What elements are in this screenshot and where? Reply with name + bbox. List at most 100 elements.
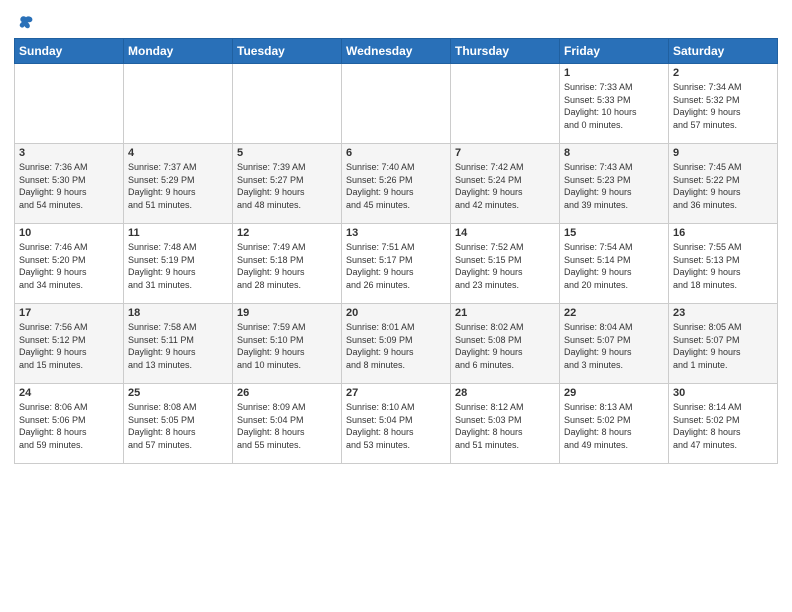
day-number: 23 — [673, 307, 773, 319]
day-number: 26 — [237, 387, 337, 399]
weekday-header-wednesday: Wednesday — [342, 39, 451, 64]
calendar-cell: 12Sunrise: 7:49 AM Sunset: 5:18 PM Dayli… — [233, 224, 342, 304]
weekday-header-row: SundayMondayTuesdayWednesdayThursdayFrid… — [15, 39, 778, 64]
calendar-cell: 3 Sunrise: 7:36 AM Sunset: 5:30 PM Daylig… — [15, 144, 124, 224]
day-info: Sunrise: 8:13 AM Sunset: 5:02 PM Dayligh… — [564, 401, 664, 451]
calendar-week-3: 17 Sunrise: 7:56 AM Sunset: 5:12 PM Dayli… — [15, 304, 778, 384]
day-number: 22 — [564, 307, 664, 319]
calendar-cell: 15Sunrise: 7:54 AM Sunset: 5:14 PM Dayli… — [560, 224, 669, 304]
day-info: Sunrise: 7:42 AM Sunset: 5:24 PM Dayligh… — [455, 161, 555, 211]
calendar-cell: 22 Sunrise: 8:04 AM Sunset: 5:07 PM Dayli… — [560, 304, 669, 384]
weekday-header-tuesday: Tuesday — [233, 39, 342, 64]
day-info: Sunrise: 8:14 AM Sunset: 5:02 PM Dayligh… — [673, 401, 773, 451]
day-info: Sunrise: 8:04 AM Sunset: 5:07 PM Dayligh… — [564, 321, 664, 371]
calendar-cell: 11 Sunrise: 7:48 AM Sunset: 5:19 PM Dayli… — [124, 224, 233, 304]
calendar-cell: 2 Sunrise: 7:34 AM Sunset: 5:32 PM Daylig… — [669, 64, 778, 144]
calendar-cell — [124, 64, 233, 144]
calendar-cell: 21 Sunrise: 8:02 AM Sunset: 5:08 PM Dayli… — [451, 304, 560, 384]
day-info: Sunrise: 7:59 AM Sunset: 5:10 PM Dayligh… — [237, 321, 337, 371]
calendar-cell: 14 Sunrise: 7:52 AM Sunset: 5:15 PM Dayli… — [451, 224, 560, 304]
calendar-cell: 23 Sunrise: 8:05 AM Sunset: 5:07 PM Dayli… — [669, 304, 778, 384]
day-number: 4 — [128, 147, 228, 159]
logo — [14, 14, 34, 30]
calendar-cell: 7 Sunrise: 7:42 AM Sunset: 5:24 PM Daylig… — [451, 144, 560, 224]
day-info: Sunrise: 7:39 AM Sunset: 5:27 PM Dayligh… — [237, 161, 337, 211]
day-info: Sunrise: 7:48 AM Sunset: 5:19 PM Dayligh… — [128, 241, 228, 291]
day-number: 14 — [455, 227, 555, 239]
day-info: Sunrise: 8:01 AM Sunset: 5:09 PM Dayligh… — [346, 321, 446, 371]
calendar-cell: 24 Sunrise: 8:06 AM Sunset: 5:06 PM Dayli… — [15, 384, 124, 464]
day-info: Sunrise: 8:02 AM Sunset: 5:08 PM Dayligh… — [455, 321, 555, 371]
calendar-cell: 5 Sunrise: 7:39 AM Sunset: 5:27 PM Daylig… — [233, 144, 342, 224]
calendar-week-0: 1 Sunrise: 7:33 AM Sunset: 5:33 PM Daylig… — [15, 64, 778, 144]
day-info: Sunrise: 7:55 AM Sunset: 5:13 PM Dayligh… — [673, 241, 773, 291]
calendar-cell: 9 Sunrise: 7:45 AM Sunset: 5:22 PM Daylig… — [669, 144, 778, 224]
day-number: 7 — [455, 147, 555, 159]
day-info: Sunrise: 7:52 AM Sunset: 5:15 PM Dayligh… — [455, 241, 555, 291]
calendar-cell: 29 Sunrise: 8:13 AM Sunset: 5:02 PM Dayli… — [560, 384, 669, 464]
calendar-cell: 18 Sunrise: 7:58 AM Sunset: 5:11 PM Dayli… — [124, 304, 233, 384]
day-number: 29 — [564, 387, 664, 399]
day-info: Sunrise: 8:09 AM Sunset: 5:04 PM Dayligh… — [237, 401, 337, 451]
calendar-cell: 1 Sunrise: 7:33 AM Sunset: 5:33 PM Daylig… — [560, 64, 669, 144]
day-number: 16 — [673, 227, 773, 239]
day-number: 1 — [564, 67, 664, 79]
day-number: 3 — [19, 147, 119, 159]
day-info: Sunrise: 7:34 AM Sunset: 5:32 PM Dayligh… — [673, 81, 773, 131]
day-number: 13 — [346, 227, 446, 239]
calendar-cell: 17 Sunrise: 7:56 AM Sunset: 5:12 PM Dayli… — [15, 304, 124, 384]
calendar-cell: 26 Sunrise: 8:09 AM Sunset: 5:04 PM Dayli… — [233, 384, 342, 464]
header — [14, 10, 778, 30]
day-number: 5 — [237, 147, 337, 159]
calendar-cell: 10 Sunrise: 7:46 AM Sunset: 5:20 PM Dayli… — [15, 224, 124, 304]
weekday-header-sunday: Sunday — [15, 39, 124, 64]
day-number: 24 — [19, 387, 119, 399]
calendar-cell: 19 Sunrise: 7:59 AM Sunset: 5:10 PM Dayli… — [233, 304, 342, 384]
calendar-week-4: 24 Sunrise: 8:06 AM Sunset: 5:06 PM Dayli… — [15, 384, 778, 464]
day-info: Sunrise: 7:51 AM Sunset: 5:17 PM Dayligh… — [346, 241, 446, 291]
day-number: 21 — [455, 307, 555, 319]
calendar-cell: 20Sunrise: 8:01 AM Sunset: 5:09 PM Dayli… — [342, 304, 451, 384]
day-info: Sunrise: 7:37 AM Sunset: 5:29 PM Dayligh… — [128, 161, 228, 211]
calendar-week-2: 10 Sunrise: 7:46 AM Sunset: 5:20 PM Dayli… — [15, 224, 778, 304]
day-info: Sunrise: 8:10 AM Sunset: 5:04 PM Dayligh… — [346, 401, 446, 451]
page: SundayMondayTuesdayWednesdayThursdayFrid… — [0, 0, 792, 612]
day-number: 8 — [564, 147, 664, 159]
logo-bird-icon — [18, 14, 34, 30]
day-info: Sunrise: 8:06 AM Sunset: 5:06 PM Dayligh… — [19, 401, 119, 451]
day-info: Sunrise: 8:12 AM Sunset: 5:03 PM Dayligh… — [455, 401, 555, 451]
day-number: 28 — [455, 387, 555, 399]
day-info: Sunrise: 7:33 AM Sunset: 5:33 PM Dayligh… — [564, 81, 664, 131]
day-info: Sunrise: 8:05 AM Sunset: 5:07 PM Dayligh… — [673, 321, 773, 371]
day-number: 6 — [346, 147, 446, 159]
weekday-header-monday: Monday — [124, 39, 233, 64]
day-info: Sunrise: 7:54 AM Sunset: 5:14 PM Dayligh… — [564, 241, 664, 291]
calendar-cell: 27Sunrise: 8:10 AM Sunset: 5:04 PM Dayli… — [342, 384, 451, 464]
day-number: 17 — [19, 307, 119, 319]
calendar-cell: 4 Sunrise: 7:37 AM Sunset: 5:29 PM Daylig… — [124, 144, 233, 224]
calendar-week-1: 3 Sunrise: 7:36 AM Sunset: 5:30 PM Daylig… — [15, 144, 778, 224]
day-number: 10 — [19, 227, 119, 239]
day-info: Sunrise: 7:40 AM Sunset: 5:26 PM Dayligh… — [346, 161, 446, 211]
day-info: Sunrise: 7:58 AM Sunset: 5:11 PM Dayligh… — [128, 321, 228, 371]
day-number: 19 — [237, 307, 337, 319]
day-info: Sunrise: 7:46 AM Sunset: 5:20 PM Dayligh… — [19, 241, 119, 291]
calendar-table: SundayMondayTuesdayWednesdayThursdayFrid… — [14, 38, 778, 464]
day-info: Sunrise: 7:36 AM Sunset: 5:30 PM Dayligh… — [19, 161, 119, 211]
day-number: 18 — [128, 307, 228, 319]
weekday-header-saturday: Saturday — [669, 39, 778, 64]
calendar-cell: 30 Sunrise: 8:14 AM Sunset: 5:02 PM Dayli… — [669, 384, 778, 464]
day-info: Sunrise: 7:45 AM Sunset: 5:22 PM Dayligh… — [673, 161, 773, 211]
calendar-cell: 28 Sunrise: 8:12 AM Sunset: 5:03 PM Dayli… — [451, 384, 560, 464]
day-number: 9 — [673, 147, 773, 159]
calendar-cell: 16 Sunrise: 7:55 AM Sunset: 5:13 PM Dayli… — [669, 224, 778, 304]
weekday-header-thursday: Thursday — [451, 39, 560, 64]
day-number: 30 — [673, 387, 773, 399]
calendar-cell — [15, 64, 124, 144]
day-info: Sunrise: 7:43 AM Sunset: 5:23 PM Dayligh… — [564, 161, 664, 211]
day-info: Sunrise: 7:56 AM Sunset: 5:12 PM Dayligh… — [19, 321, 119, 371]
calendar-cell: 6 Sunrise: 7:40 AM Sunset: 5:26 PM Daylig… — [342, 144, 451, 224]
day-number: 2 — [673, 67, 773, 79]
calendar-cell: 25Sunrise: 8:08 AM Sunset: 5:05 PM Dayli… — [124, 384, 233, 464]
day-number: 11 — [128, 227, 228, 239]
